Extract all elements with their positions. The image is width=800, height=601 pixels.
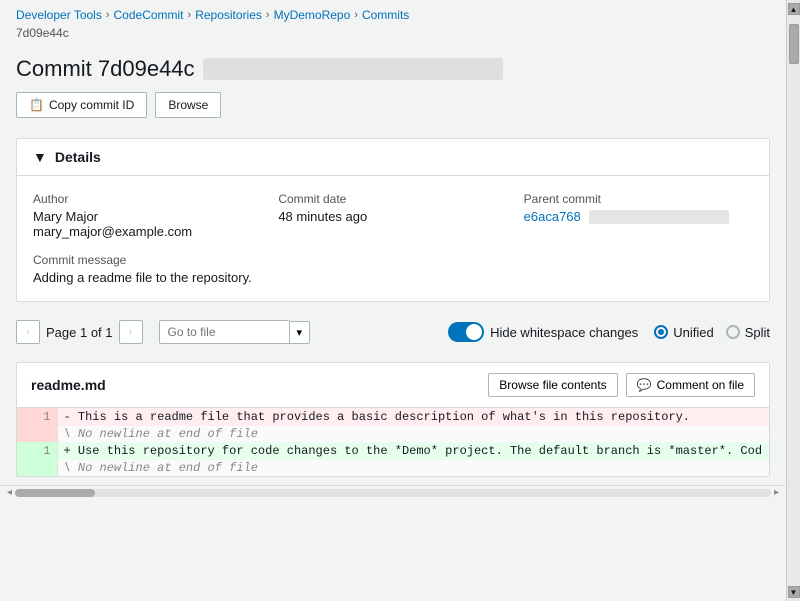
breadcrumb-item-repositories[interactable]: Repositories xyxy=(195,8,262,22)
breadcrumb-item-developer-tools[interactable]: Developer Tools xyxy=(16,8,102,22)
split-label: Split xyxy=(745,325,770,340)
diff-options: Hide whitespace changes Unified Split xyxy=(448,322,770,342)
browse-file-contents-button[interactable]: Browse file contents xyxy=(488,373,617,397)
line-num-add-1: 1 xyxy=(17,442,57,460)
h-scroll-right-arrow[interactable]: ▸ xyxy=(771,487,782,498)
h-scroll-left-arrow[interactable]: ◂ xyxy=(4,487,15,498)
commit-date-value: 48 minutes ago xyxy=(278,209,507,224)
line-num-note-add-1 xyxy=(17,460,57,476)
comment-on-file-button[interactable]: 💬 Comment on file xyxy=(626,373,755,397)
split-radio[interactable]: Split xyxy=(726,325,770,340)
line-content-note-del-1: \ No newline at end of file xyxy=(57,426,769,442)
breadcrumb-item-commits[interactable]: Commits xyxy=(362,8,409,22)
diff-line-del-1: 1 - This is a readme file that provides … xyxy=(17,408,769,426)
diff-note-del-1: \ No newline at end of file xyxy=(17,426,769,442)
pagination: ‹ Page 1 of 1 › xyxy=(16,320,143,344)
chevron-down-icon: ▼ xyxy=(33,149,47,165)
breadcrumb-item-repo[interactable]: MyDemoRepo xyxy=(274,8,351,22)
details-title: Details xyxy=(55,149,101,165)
commit-date-label: Commit date xyxy=(278,192,507,206)
parent-commit-label: Parent commit xyxy=(524,192,753,206)
split-radio-outer xyxy=(726,325,740,339)
unified-radio-inner xyxy=(658,329,664,335)
diff-note-add-1: \ No newline at end of file xyxy=(17,460,769,476)
line-num-del-1: 1 xyxy=(17,408,57,426)
scroll-thumb[interactable] xyxy=(789,24,799,64)
breadcrumb-sep-2: › xyxy=(188,9,192,21)
line-num-note-del-1 xyxy=(17,426,57,442)
parent-commit-link[interactable]: e6aca768 xyxy=(524,209,753,224)
commit-message-value: Adding a readme file to the repository. xyxy=(33,270,753,285)
diff-controls: ‹ Page 1 of 1 › ▾ Hide whitespace change… xyxy=(0,310,786,354)
scroll-down-arrow[interactable]: ▼ xyxy=(788,586,800,598)
parent-commit-redacted xyxy=(589,210,729,224)
page-info: Page 1 of 1 xyxy=(46,325,113,340)
copy-commit-id-button[interactable]: 📋 Copy commit ID xyxy=(16,92,147,118)
hide-whitespace-toggle[interactable]: Hide whitespace changes xyxy=(448,322,638,342)
toggle-track[interactable] xyxy=(448,322,484,342)
unified-radio[interactable]: Unified xyxy=(654,325,713,340)
breadcrumb-sep-3: › xyxy=(266,9,270,21)
diff-file-actions: Browse file contents 💬 Comment on file xyxy=(488,373,755,397)
breadcrumb-current: 7d09e44c xyxy=(0,26,786,48)
parent-commit-value: e6aca768 xyxy=(524,209,581,224)
copy-icon: 📋 xyxy=(29,98,44,112)
details-card: ▼ Details Author Mary Major mary_major@e… xyxy=(16,138,770,302)
page-title: Commit 7d09e44c xyxy=(16,56,195,82)
diff-line-add-1: 1 + Use this repository for code changes… xyxy=(17,442,769,460)
line-content-add-1: + Use this repository for code changes t… xyxy=(57,442,769,460)
vertical-scrollbar[interactable]: ▲ ▼ xyxy=(786,0,800,601)
h-scroll-thumb[interactable] xyxy=(15,489,95,497)
breadcrumb-sep-4: › xyxy=(354,9,358,21)
hide-whitespace-label: Hide whitespace changes xyxy=(490,325,638,340)
view-mode-radio-group: Unified Split xyxy=(654,325,770,340)
line-content-del-1: - This is a readme file that provides a … xyxy=(57,408,769,426)
diff-file-header: readme.md Browse file contents 💬 Comment… xyxy=(17,363,769,408)
next-page-button[interactable]: › xyxy=(119,320,143,344)
line-content-note-add-1: \ No newline at end of file xyxy=(57,460,769,476)
goto-file-input[interactable] xyxy=(159,320,289,344)
breadcrumb: Developer Tools › CodeCommit › Repositor… xyxy=(0,0,786,26)
diff-content: 1 - This is a readme file that provides … xyxy=(17,408,769,476)
browse-button[interactable]: Browse xyxy=(155,92,221,118)
breadcrumb-sep-1: › xyxy=(106,9,110,21)
goto-file-dropdown-button[interactable]: ▾ xyxy=(289,321,311,344)
comment-icon: 💬 xyxy=(637,378,652,392)
h-scroll-track[interactable] xyxy=(15,489,771,497)
goto-file-container: ▾ xyxy=(159,320,311,344)
breadcrumb-item-codecommit[interactable]: CodeCommit xyxy=(114,8,184,22)
prev-page-button[interactable]: ‹ xyxy=(16,320,40,344)
title-redacted xyxy=(203,58,503,80)
toggle-thumb xyxy=(466,324,482,340)
unified-radio-outer xyxy=(654,325,668,339)
author-label: Author xyxy=(33,192,262,206)
scroll-up-arrow[interactable]: ▲ xyxy=(788,3,800,15)
horizontal-scrollbar[interactable]: ◂ ▸ xyxy=(0,485,786,499)
author-name: Mary Major xyxy=(33,209,262,224)
diff-file-card: readme.md Browse file contents 💬 Comment… xyxy=(16,362,770,477)
diff-filename: readme.md xyxy=(31,377,106,393)
details-header[interactable]: ▼ Details xyxy=(17,139,769,176)
author-email: mary_major@example.com xyxy=(33,224,262,239)
unified-label: Unified xyxy=(673,325,713,340)
commit-message-label: Commit message xyxy=(33,253,753,267)
